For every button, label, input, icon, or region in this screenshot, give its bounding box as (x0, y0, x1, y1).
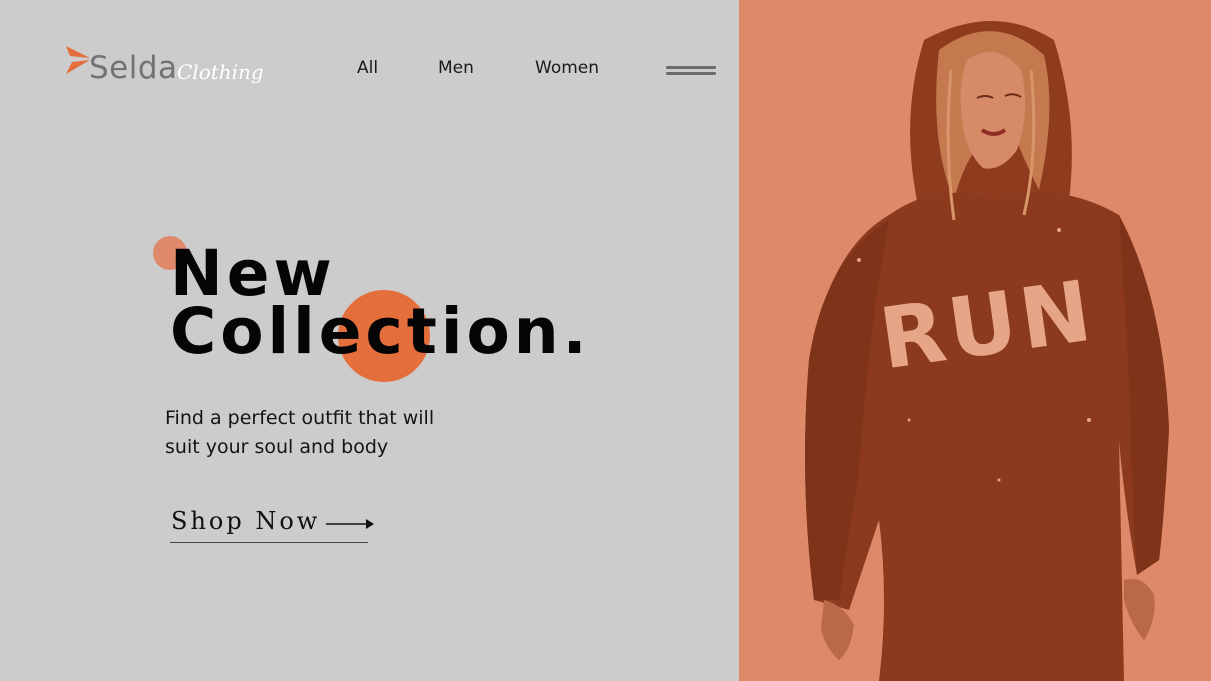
hero-panel: Selda Clothing All Men Women New Collect… (0, 0, 739, 681)
brand-logo[interactable]: Selda Clothing (64, 44, 274, 94)
shop-now-label: Shop Now (171, 507, 321, 535)
photo-panel: RUN (739, 0, 1211, 681)
shop-now-underline (170, 542, 368, 543)
arrow-right-icon (326, 519, 374, 529)
hero-tagline: Find a perfect outfit that will suit you… (165, 404, 485, 462)
brand-subtitle: Clothing (177, 60, 264, 84)
hero-title-line2: Collection. (170, 295, 591, 368)
nav-item-men[interactable]: Men (438, 58, 474, 78)
nav-item-all[interactable]: All (357, 58, 378, 78)
hero-tagline-line2: suit your soul and body (165, 436, 389, 458)
model-photo: RUN (805, 21, 1169, 681)
nav-item-women[interactable]: Women (535, 58, 599, 78)
hero-tagline-line1: Find a perfect outfit that will (165, 407, 435, 429)
shop-now-button[interactable]: Shop Now (170, 505, 380, 545)
logo-mark-icon (66, 46, 90, 74)
hamburger-menu-icon[interactable] (666, 66, 718, 80)
brand-name: Selda (89, 50, 178, 86)
